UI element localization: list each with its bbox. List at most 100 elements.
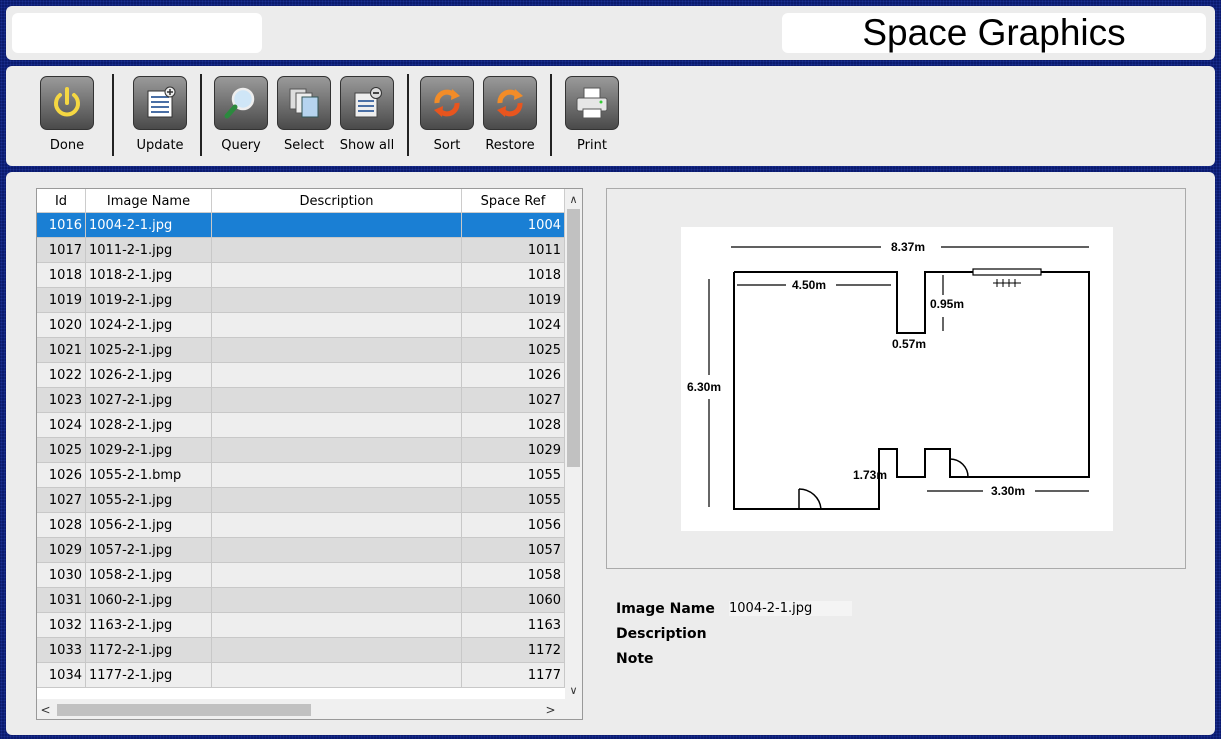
column-header-description[interactable]: Description — [212, 189, 462, 213]
column-header-image-name[interactable]: Image Name — [86, 189, 212, 213]
main-panel: Id Image Name Description Space Ref 1016… — [6, 172, 1215, 735]
done-label: Done — [49, 138, 85, 153]
scroll-left-arrow-icon[interactable]: < — [37, 699, 54, 719]
restore-icon — [483, 76, 537, 130]
table-row[interactable]: 1033 1172-2-1.jpg 1172 — [37, 638, 565, 663]
cell-image-name: 1060-2-1.jpg — [86, 588, 212, 612]
select-label: Select — [283, 138, 325, 153]
print-label: Print — [577, 138, 607, 153]
cell-space-ref: 1004 — [462, 213, 565, 237]
cell-id: 1023 — [37, 388, 86, 412]
image-name-label: Image Name — [616, 600, 715, 617]
cell-id: 1018 — [37, 263, 86, 287]
dim-notch-depth: 0.95m — [930, 297, 964, 311]
toolbar: Done Update Query Select Show all Sort R… — [6, 66, 1215, 166]
dim-height: 6.30m — [687, 380, 721, 394]
table-row[interactable]: 1030 1058-2-1.jpg 1058 — [37, 563, 565, 588]
done-button[interactable]: Done — [39, 76, 95, 153]
table-row[interactable]: 1019 1019-2-1.jpg 1019 — [37, 288, 565, 313]
table-row[interactable]: 1032 1163-2-1.jpg 1163 — [37, 613, 565, 638]
cell-description — [212, 663, 462, 687]
restore-button[interactable]: Restore — [482, 76, 538, 153]
cell-id: 1029 — [37, 538, 86, 562]
table-row[interactable]: 1023 1027-2-1.jpg 1027 — [37, 388, 565, 413]
cell-space-ref: 1177 — [462, 663, 565, 687]
cell-description — [212, 313, 462, 337]
toolbar-divider — [112, 74, 114, 156]
update-list-icon — [133, 76, 187, 130]
cell-image-name: 1172-2-1.jpg — [86, 638, 212, 662]
cell-space-ref: 1027 — [462, 388, 565, 412]
print-button[interactable]: Print — [564, 76, 620, 153]
scroll-right-arrow-icon[interactable]: > — [542, 699, 559, 719]
query-label: Query — [221, 138, 261, 153]
table-row[interactable]: 1017 1011-2-1.jpg 1011 — [37, 238, 565, 263]
cell-space-ref: 1057 — [462, 538, 565, 562]
vertical-scroll-thumb[interactable] — [567, 209, 580, 467]
show-all-label: Show all — [339, 138, 395, 153]
sort-button[interactable]: Sort — [419, 76, 475, 153]
cell-description — [212, 413, 462, 437]
cell-description — [212, 588, 462, 612]
update-label: Update — [136, 138, 184, 153]
table-header: Id Image Name Description Space Ref — [37, 189, 565, 213]
table-row[interactable]: 1025 1029-2-1.jpg 1029 — [37, 438, 565, 463]
horizontal-scroll-thumb[interactable] — [57, 704, 311, 716]
cell-image-name: 1055-2-1.bmp — [86, 463, 212, 487]
table-row[interactable]: 1022 1026-2-1.jpg 1026 — [37, 363, 565, 388]
vertical-scrollbar[interactable]: ∧ ∨ — [565, 189, 582, 699]
magnifier-icon — [214, 76, 268, 130]
scroll-down-arrow-icon[interactable]: ∨ — [565, 682, 582, 699]
cell-space-ref: 1056 — [462, 513, 565, 537]
cell-image-name: 1004-2-1.jpg — [86, 213, 212, 237]
cell-space-ref: 1019 — [462, 288, 565, 312]
horizontal-scrollbar[interactable]: < > — [37, 699, 582, 719]
cell-space-ref: 1011 — [462, 238, 565, 262]
cell-image-name: 1024-2-1.jpg — [86, 313, 212, 337]
cell-image-name: 1026-2-1.jpg — [86, 363, 212, 387]
table-row[interactable]: 1029 1057-2-1.jpg 1057 — [37, 538, 565, 563]
cell-id: 1024 — [37, 413, 86, 437]
dim-width-top: 8.37m — [891, 240, 925, 254]
cell-space-ref: 1029 — [462, 438, 565, 462]
column-header-id[interactable]: Id — [37, 189, 86, 213]
scroll-up-arrow-icon[interactable]: ∧ — [565, 191, 582, 208]
table-row[interactable]: 1026 1055-2-1.bmp 1055 — [37, 463, 565, 488]
cell-image-name: 1177-2-1.jpg — [86, 663, 212, 687]
table-row[interactable]: 1016 1004-2-1.jpg 1004 — [37, 213, 565, 238]
sort-label: Sort — [433, 138, 461, 153]
dim-inner-left: 4.50m — [792, 278, 826, 292]
table-row[interactable]: 1028 1056-2-1.jpg 1056 — [37, 513, 565, 538]
image-table: Id Image Name Description Space Ref 1016… — [36, 188, 583, 720]
table-row[interactable]: 1020 1024-2-1.jpg 1024 — [37, 313, 565, 338]
show-all-button[interactable]: Show all — [339, 76, 395, 153]
cell-space-ref: 1018 — [462, 263, 565, 287]
copy-pages-icon — [277, 76, 331, 130]
cell-space-ref: 1024 — [462, 313, 565, 337]
printer-icon — [565, 76, 619, 130]
cell-id: 1028 — [37, 513, 86, 537]
table-row[interactable]: 1031 1060-2-1.jpg 1060 — [37, 588, 565, 613]
cell-description — [212, 363, 462, 387]
update-button[interactable]: Update — [132, 76, 188, 153]
cell-space-ref: 1058 — [462, 563, 565, 587]
cell-description — [212, 513, 462, 537]
cell-description — [212, 238, 462, 262]
table-row[interactable]: 1018 1018-2-1.jpg 1018 — [37, 263, 565, 288]
table-row[interactable]: 1034 1177-2-1.jpg 1177 — [37, 663, 565, 688]
cell-id: 1034 — [37, 663, 86, 687]
table-row[interactable]: 1024 1028-2-1.jpg 1028 — [37, 413, 565, 438]
cell-image-name: 1058-2-1.jpg — [86, 563, 212, 587]
toolbar-divider — [200, 74, 202, 156]
cell-image-name: 1011-2-1.jpg — [86, 238, 212, 262]
cell-description — [212, 638, 462, 662]
select-button[interactable]: Select — [276, 76, 332, 153]
query-button[interactable]: Query — [213, 76, 269, 153]
cell-image-name: 1163-2-1.jpg — [86, 613, 212, 637]
dim-lower-notch: 1.73m — [853, 468, 887, 482]
table-row[interactable]: 1027 1055-2-1.jpg 1055 — [37, 488, 565, 513]
table-row[interactable]: 1021 1025-2-1.jpg 1025 — [37, 338, 565, 363]
column-header-space-ref[interactable]: Space Ref — [462, 189, 565, 213]
header-left-field — [12, 13, 262, 53]
cell-description — [212, 463, 462, 487]
